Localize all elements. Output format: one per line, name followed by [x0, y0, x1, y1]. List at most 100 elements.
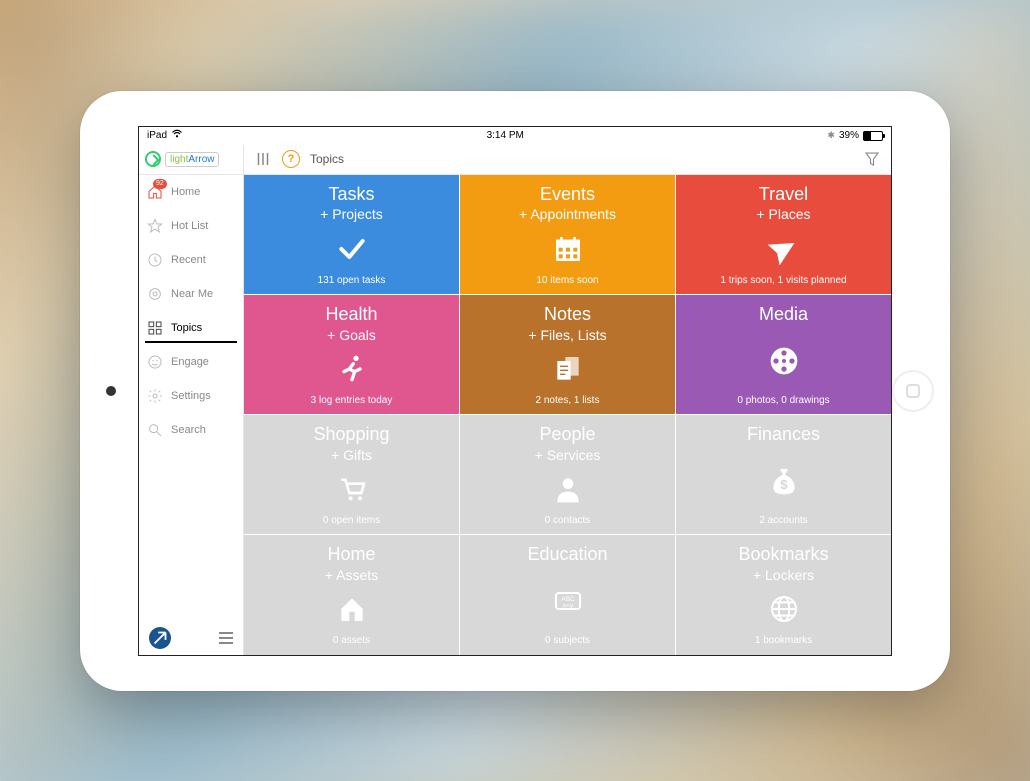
brand-logo-icon: [145, 151, 161, 167]
tile-tasks[interactable]: Tasks + Projects 131 open tasks: [244, 175, 459, 294]
film-reel-icon: [768, 345, 800, 377]
sidebar-label-search: Search: [171, 424, 206, 436]
toolbar: ? Topics: [244, 145, 891, 175]
sidebar-item-topics[interactable]: Topics: [139, 311, 243, 345]
sidebar-label-settings: Settings: [171, 390, 211, 402]
target-icon: [147, 286, 163, 302]
tile-subtitle: + Projects: [320, 206, 383, 222]
tile-subtitle: + Files, Lists: [528, 327, 606, 343]
tile-status: 3 log entries today: [311, 395, 393, 406]
tile-title: People: [535, 425, 601, 445]
menu-icon[interactable]: [219, 632, 233, 644]
tile-title: Education: [527, 545, 607, 565]
sidebar: lightArrow 92 Home H: [139, 145, 244, 655]
tile-title: Bookmarks: [738, 545, 828, 565]
brand[interactable]: lightArrow: [139, 145, 243, 175]
sidebar-item-engage[interactable]: Engage: [139, 345, 243, 379]
tile-title: Travel: [756, 185, 810, 205]
tile-status: 0 photos, 0 drawings: [737, 395, 829, 406]
tile-title: Events: [519, 185, 616, 205]
sidebar-label-nearme: Near Me: [171, 288, 213, 300]
tile-title: Health: [325, 305, 377, 325]
tile-status: 2 notes, 1 lists: [536, 395, 600, 406]
tile-home[interactable]: Home + Assets 0 assets: [244, 535, 459, 654]
battery-icon: [863, 131, 883, 141]
tile-finances[interactable]: Finances $ 2 accounts: [676, 415, 891, 534]
tile-status: 0 contacts: [545, 515, 591, 526]
tile-subtitle: + Appointments: [519, 206, 616, 222]
tile-title: Shopping: [313, 425, 389, 445]
status-time: 3:14 PM: [487, 130, 524, 141]
tile-subtitle: + Assets: [325, 567, 378, 583]
tile-title: Notes: [528, 305, 606, 325]
calendar-icon: [552, 233, 584, 265]
tile-title: Tasks: [320, 185, 383, 205]
tile-status: 1 trips soon, 1 visits planned: [720, 275, 846, 286]
tile-title: Home: [325, 545, 378, 565]
device-label: iPad: [147, 130, 167, 141]
gear-icon: [147, 388, 163, 404]
sidebar-item-search[interactable]: Search: [139, 413, 243, 447]
search-icon: [147, 422, 163, 438]
tile-status: 2 accounts: [759, 515, 807, 526]
airplane-icon: [768, 233, 800, 265]
tile-events[interactable]: Events + Appointments 10 items soon: [460, 175, 675, 294]
moneybag-icon: $: [768, 465, 800, 497]
bluetooth-icon: ✱: [827, 130, 835, 141]
house-icon: [336, 593, 368, 625]
documents-icon: [552, 353, 584, 385]
sidebar-label-topics: Topics: [171, 322, 202, 334]
sidebar-item-nearme[interactable]: Near Me: [139, 277, 243, 311]
sidebar-label-hotlist: Hot List: [171, 220, 208, 232]
tile-subtitle: + Lockers: [738, 567, 828, 583]
ipad-frame: iPad 3:14 PM ✱ 39% lightArrow: [80, 91, 950, 691]
smile-icon: [147, 354, 163, 370]
tile-people[interactable]: People + Services 0 contacts: [460, 415, 675, 534]
camera-dot: [106, 386, 116, 396]
runner-icon: [336, 353, 368, 385]
tile-subtitle: + Services: [535, 447, 601, 463]
tile-subtitle: + Places: [756, 206, 810, 222]
sidebar-item-recent[interactable]: Recent: [139, 243, 243, 277]
tile-status: 0 open items: [323, 515, 380, 526]
tile-subtitle: + Goals: [325, 327, 377, 343]
footer-logo-icon[interactable]: [149, 627, 171, 649]
sidebar-item-home[interactable]: 92 Home: [139, 175, 243, 209]
columns-icon[interactable]: [254, 150, 272, 168]
tile-status: 10 items soon: [536, 275, 598, 286]
sidebar-item-hotlist[interactable]: Hot List: [139, 209, 243, 243]
tile-notes[interactable]: Notes + Files, Lists 2 notes, 1 lists: [460, 295, 675, 414]
filter-icon[interactable]: [863, 150, 881, 168]
tile-title: Finances: [747, 425, 820, 445]
cart-icon: [336, 473, 368, 505]
tile-health[interactable]: Health + Goals 3 log entries today: [244, 295, 459, 414]
tile-travel[interactable]: Travel + Places 1 trips soon, 1 visits p…: [676, 175, 891, 294]
home-badge: 92: [153, 179, 167, 189]
sidebar-label-recent: Recent: [171, 254, 206, 266]
home-button[interactable]: [892, 370, 934, 412]
tile-status: 0 assets: [333, 635, 370, 646]
tile-shopping[interactable]: Shopping + Gifts 0 open items: [244, 415, 459, 534]
person-icon: [552, 473, 584, 505]
toolbar-title: Topics: [310, 152, 344, 166]
tile-media[interactable]: Media 0 photos, 0 drawings: [676, 295, 891, 414]
battery-percent: 39%: [839, 130, 859, 141]
star-icon: [147, 218, 163, 234]
checkmark-icon: [336, 233, 368, 265]
tile-education[interactable]: Education ABCx+y 0 subjects: [460, 535, 675, 654]
wifi-icon: [171, 129, 183, 142]
help-icon[interactable]: ?: [282, 150, 300, 168]
tile-status: 1 bookmarks: [755, 635, 812, 646]
brand-text: lightArrow: [165, 152, 219, 167]
tile-status: 131 open tasks: [318, 275, 386, 286]
sidebar-item-settings[interactable]: Settings: [139, 379, 243, 413]
sidebar-label-home: Home: [171, 186, 200, 198]
svg-text:x+y: x+y: [562, 603, 573, 610]
clock-icon: [147, 252, 163, 268]
grid-icon: [147, 320, 163, 336]
status-bar: iPad 3:14 PM ✱ 39%: [139, 127, 891, 145]
svg-text:$: $: [780, 477, 788, 492]
abc-icon: ABCx+y: [552, 585, 584, 617]
globe-icon: [768, 593, 800, 625]
tile-bookmarks[interactable]: Bookmarks + Lockers 1 bookmarks: [676, 535, 891, 654]
